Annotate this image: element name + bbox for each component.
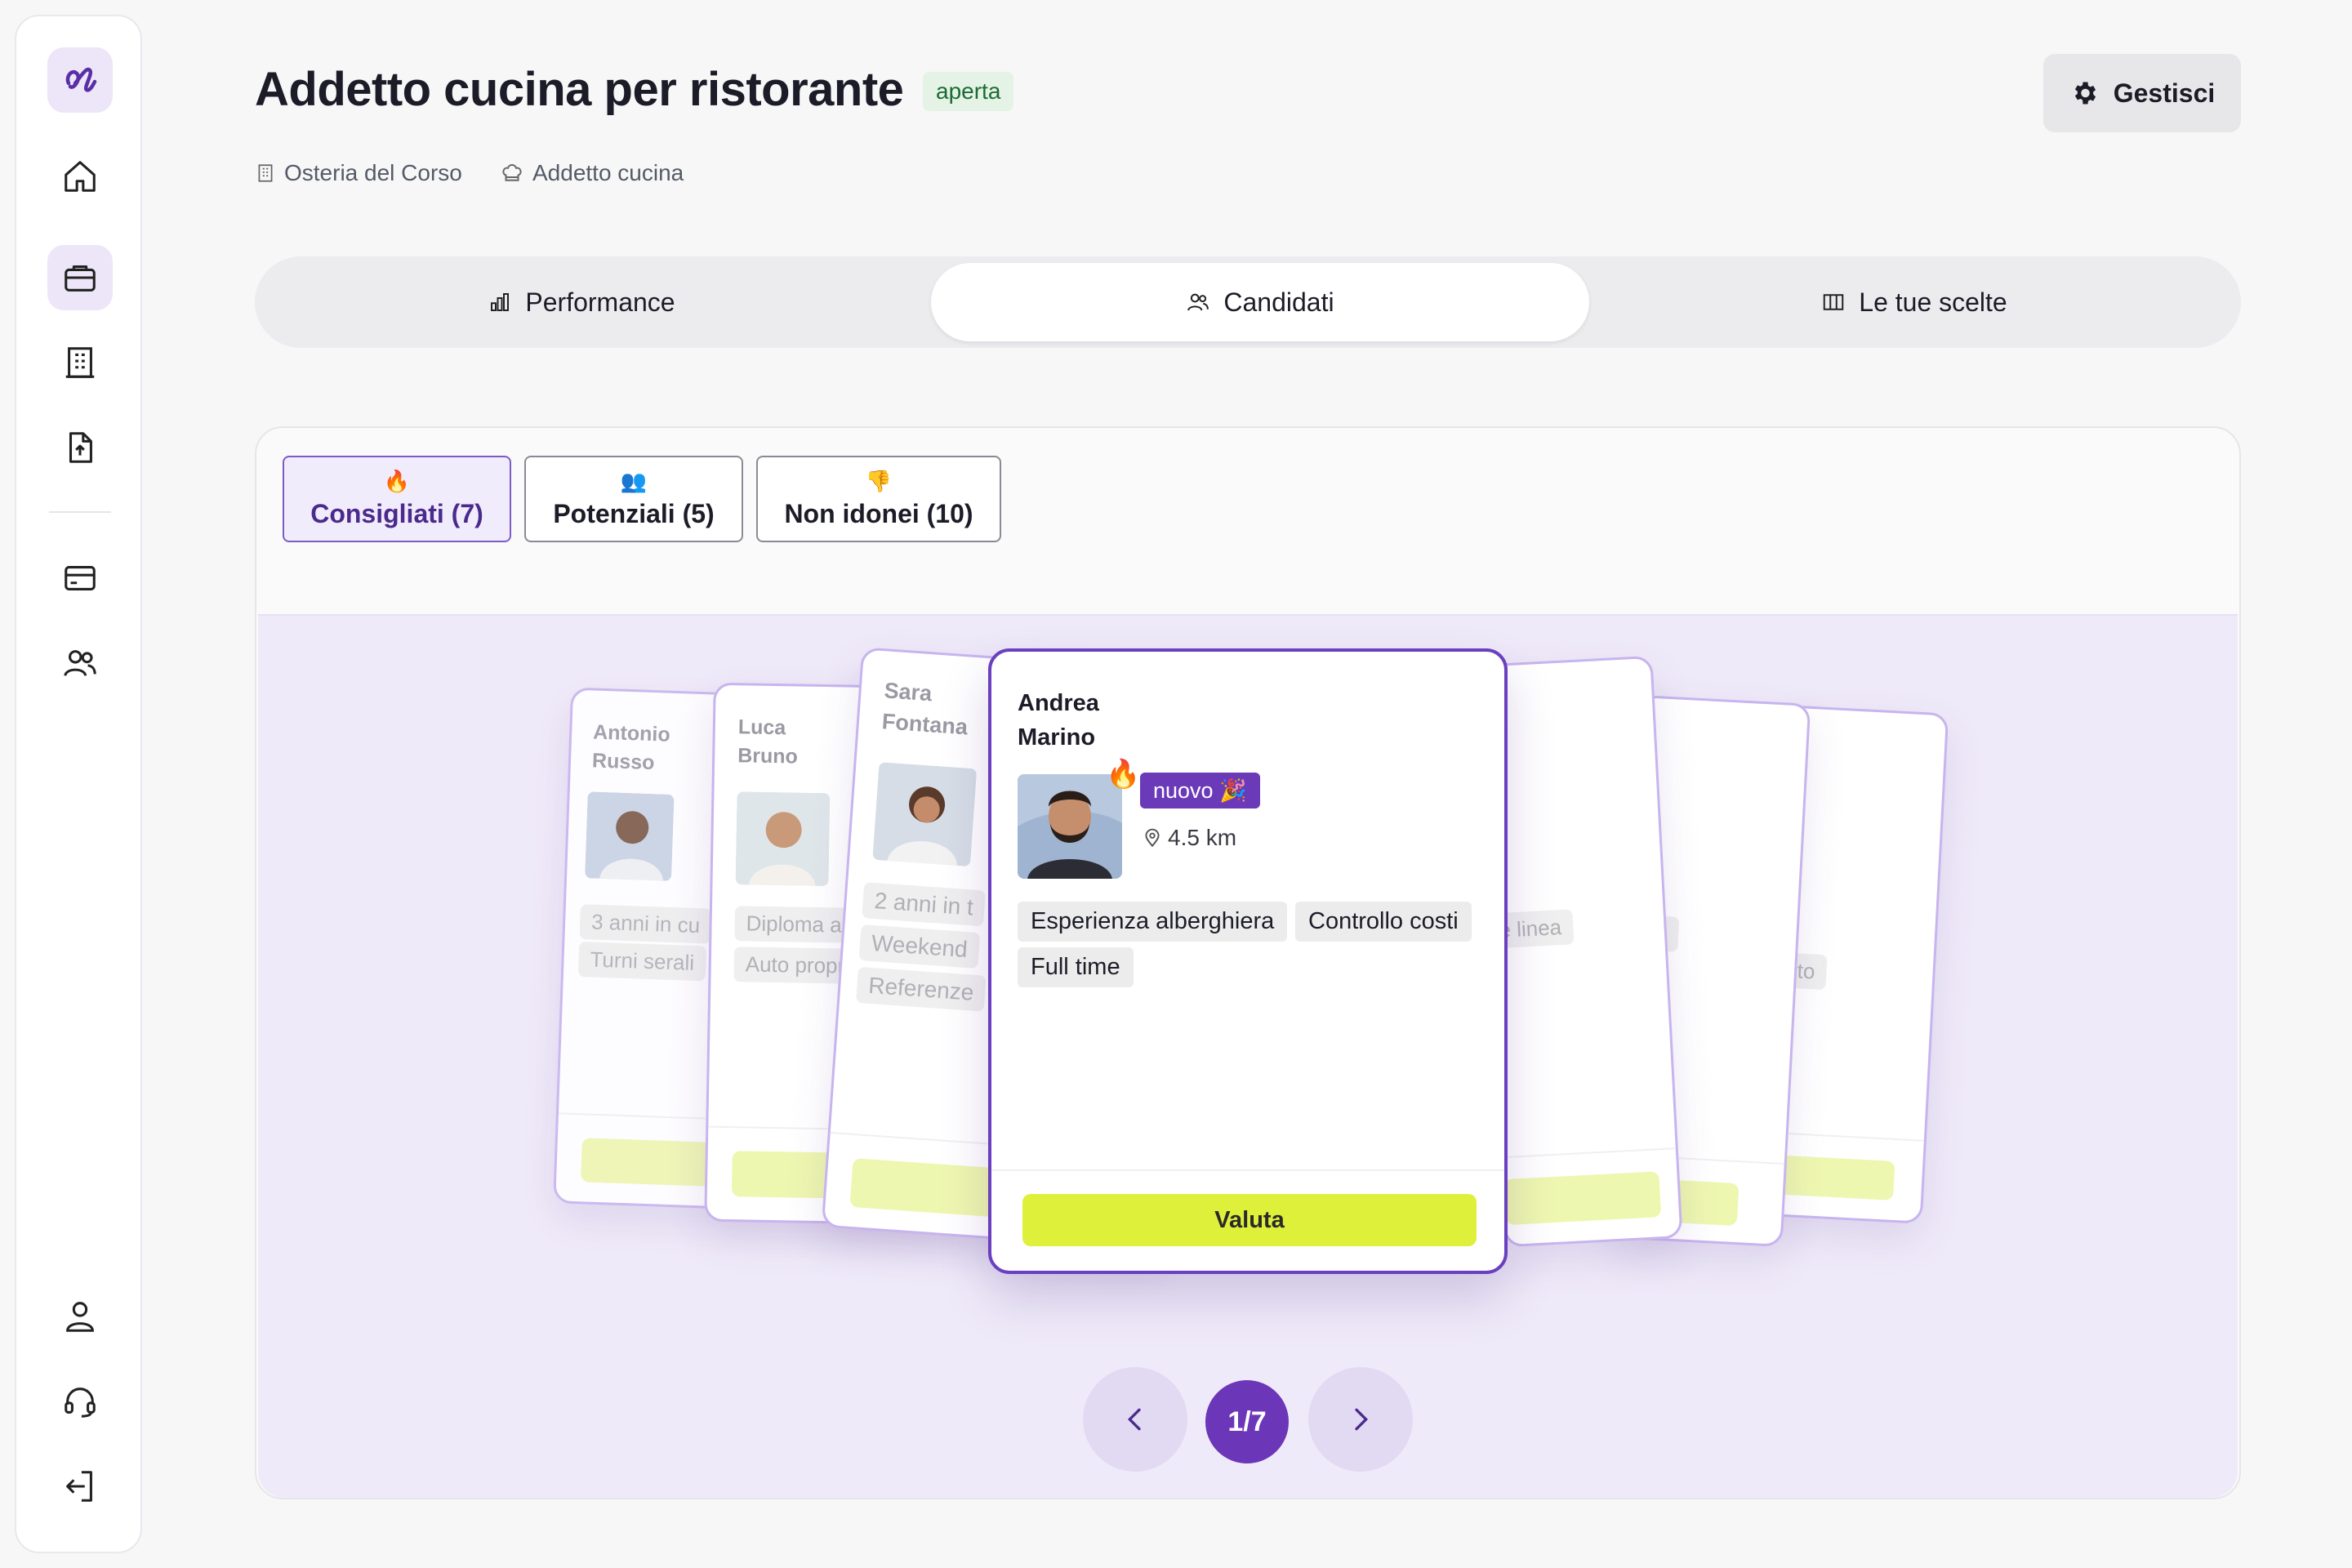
thumbs-down-icon: 👎 (865, 469, 893, 493)
candidate-photo (585, 791, 675, 881)
distance-value: 4.5 km (1168, 825, 1237, 850)
card-divider (1503, 1147, 1681, 1159)
user-icon[interactable] (47, 1284, 113, 1349)
tab-label: Le tue scelte (1859, 287, 2007, 317)
candidate-name: Andrea Marino (1018, 690, 1099, 751)
filter-consigliati[interactable]: 🔥 Consigliati (7) (283, 456, 511, 542)
card-divider (991, 1169, 1504, 1171)
tab-label: Performance (525, 287, 675, 317)
users-icon (1187, 293, 1209, 311)
filter-label: Consigliati (7) (310, 499, 483, 528)
skill-chip: Referenze (855, 966, 987, 1012)
sidebar (15, 15, 142, 1553)
evaluate-bar (1503, 1171, 1662, 1226)
candidate-card-active[interactable]: Andrea Marino 🔥 nuovo 🎉 4.5 km Esperienza… (988, 648, 1508, 1274)
candidate-name: Luca Bruno (737, 715, 799, 768)
role-meta: Addetto cucina (500, 160, 684, 186)
card-divider (1766, 1131, 1929, 1143)
tab-candidati[interactable]: Candidati (931, 263, 1589, 341)
people-icon: 👥 (620, 469, 648, 493)
filter-potenziali[interactable]: 👥 Potenziali (5) (524, 456, 743, 542)
candidate-name: Antonio Russo (591, 720, 671, 775)
skill-chip: 2 anni in t (862, 882, 987, 927)
page-indicator: 1/7 (1205, 1380, 1289, 1463)
filter-non-idonei[interactable]: 👎 Non idonei (10) (756, 456, 1001, 542)
candidate-photo (735, 791, 831, 887)
users-icon[interactable] (47, 630, 113, 696)
view-tabs: Performance Candidati Le tue scelte (255, 256, 2241, 348)
home-icon[interactable] (47, 144, 113, 209)
chevron-left-icon (1127, 1408, 1141, 1431)
filter-label: Non idonei (10) (784, 499, 973, 528)
columns-icon (1824, 294, 1844, 310)
fire-icon: 🔥 (1106, 759, 1141, 790)
status-badge: aperta (923, 72, 1014, 111)
gear-icon (2074, 82, 2096, 105)
skill-tag: Esperienza alberghiera (1018, 902, 1288, 942)
page-title: Addetto cucina per ristorante (255, 63, 904, 116)
logout-icon[interactable] (47, 1454, 113, 1519)
credit-card-icon[interactable] (47, 546, 113, 611)
file-upload-icon[interactable] (47, 415, 113, 480)
manage-button[interactable]: Gestisci (2043, 54, 2241, 132)
location-pin-icon (1145, 828, 1160, 848)
briefcase-icon[interactable] (47, 245, 113, 310)
tab-label: Candidati (1223, 287, 1334, 317)
company-name: Osteria del Corso (284, 160, 462, 185)
headset-icon[interactable] (47, 1369, 113, 1434)
skill-tag: Controllo costi (1295, 902, 1472, 942)
sidebar-divider (49, 511, 111, 513)
role-name: Addetto cucina (532, 160, 684, 185)
tab-le-tue-scelte[interactable]: Le tue scelte (1588, 263, 2241, 341)
prev-button[interactable] (1083, 1367, 1187, 1472)
candidate-photo (872, 762, 978, 867)
distance: 4.5 km (1142, 825, 1236, 851)
building-icon (258, 164, 273, 182)
bar-chart-icon (491, 293, 510, 311)
company-meta: Osteria del Corso (255, 160, 462, 186)
filter-label: Potenziali (5) (553, 499, 715, 528)
manage-label: Gestisci (2113, 78, 2216, 108)
skill-chip: Weekend (858, 924, 981, 969)
logo-icon[interactable] (47, 47, 113, 113)
fire-icon: 🔥 (383, 469, 411, 493)
building-icon[interactable] (47, 330, 113, 395)
skill-chip: 3 anni in cu (579, 904, 712, 944)
evaluate-button[interactable]: Valuta (1022, 1194, 1477, 1246)
new-badge: nuovo 🎉 (1140, 773, 1260, 808)
candidate-name: Sara Fontana (881, 678, 969, 740)
skill-tag: Full time (1018, 947, 1134, 987)
tab-performance[interactable]: Performance (255, 263, 908, 341)
skill-chip: Turni serali (577, 942, 706, 982)
chef-hat-icon (502, 164, 522, 181)
chevron-right-icon (1355, 1408, 1369, 1431)
next-button[interactable] (1308, 1367, 1413, 1472)
